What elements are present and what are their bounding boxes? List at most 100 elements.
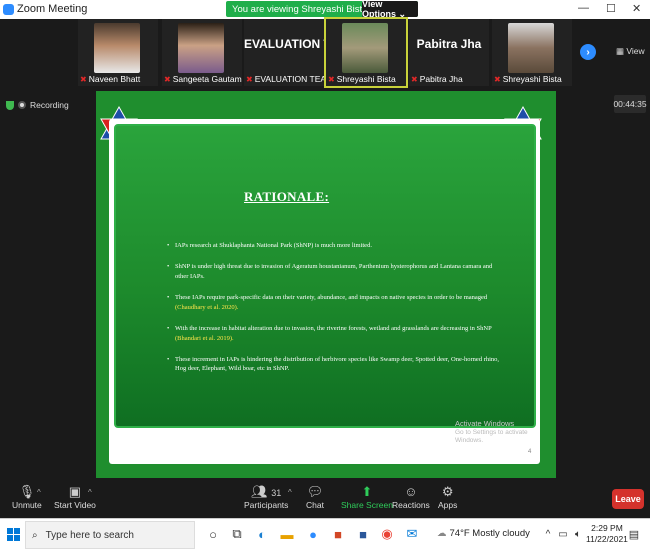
slide-content: RATIONALE: • IAPs research at Shuklaphant… xyxy=(114,124,536,428)
chat-button[interactable]: 💬︎ Chat xyxy=(306,484,324,510)
meeting-controls: 🎙︎ Unmute ^ ▣ Start Video ^ 👥︎ 31 Partic… xyxy=(0,478,650,518)
participant-name: ✖ Shreyashi Bista xyxy=(494,74,562,84)
edge-browser-icon[interactable]: ◐ xyxy=(254,526,270,542)
bullet-list: • IAPs research at Shuklaphanta National … xyxy=(167,241,502,386)
participant-strip: ✖ Naveen Bhatt ✖ Sangeeta Gautam EVALUATIO… xyxy=(0,17,650,89)
participants-count: 31 xyxy=(271,488,282,498)
participants-button[interactable]: 👥︎ 31 Participants xyxy=(244,484,288,510)
bullet-icon: • xyxy=(167,325,170,333)
volume-icon[interactable]: 🔈︎ xyxy=(570,526,586,542)
file-explorer-icon[interactable]: ▬ xyxy=(279,526,295,542)
recording-indicator: Recording xyxy=(6,100,69,110)
mic-off-icon: ✖ xyxy=(328,74,335,84)
participant-name: ✖ Shreyashi Bista xyxy=(328,74,396,84)
bullet-icon: • xyxy=(167,242,170,249)
tray-chevron-icon[interactable]: ^ xyxy=(540,526,556,542)
taskbar-search-input[interactable]: ⌕ Type here to search xyxy=(25,521,195,549)
participant-name-text: Sangeeta Gautam xyxy=(172,74,242,84)
search-icon: ⌕ xyxy=(32,529,38,541)
powerpoint-icon[interactable]: ■ xyxy=(330,526,346,542)
participant-name-text: Shreyashi Bista xyxy=(336,74,396,84)
video-options-caret[interactable]: ^ xyxy=(88,488,92,497)
bullet-item: • These increment in IAPs is hindering th… xyxy=(167,355,502,374)
share-screen-icon: ⬆ xyxy=(361,484,373,499)
windows-start-icon[interactable] xyxy=(7,528,20,541)
bullet-item: • IAPs research at Shuklaphanta National … xyxy=(167,241,502,250)
meeting-timer: 00:44:35 xyxy=(613,95,647,113)
leave-button[interactable]: Leave xyxy=(612,489,644,509)
participant-tile[interactable]: EVALUATION T... ✖ EVALUATION TEAM xyxy=(244,19,340,86)
search-placeholder: Type here to search xyxy=(45,529,134,541)
unmute-label: Unmute xyxy=(12,500,42,510)
bullet-text: With the increase in habitat alteration … xyxy=(175,325,492,333)
bullet-icon: • xyxy=(167,263,170,271)
reactions-label: Reactions xyxy=(392,500,430,510)
reactions-button[interactable]: ☺ Reactions xyxy=(392,484,430,510)
network-icon[interactable]: ▭ xyxy=(555,526,571,542)
view-options-button[interactable]: View Options ⌄ xyxy=(362,0,418,19)
start-video-label: Start Video xyxy=(54,500,96,510)
weather-widget[interactable]: ☁ 74°F Mostly cloudy xyxy=(437,528,530,539)
participant-tile[interactable]: Pabitra Jha ✖ Pabitra Jha xyxy=(409,19,489,86)
slide-title: RATIONALE: xyxy=(244,189,330,204)
notification-icon[interactable]: ▤ xyxy=(626,526,642,542)
next-page-icon[interactable]: › xyxy=(580,44,596,60)
zoom-taskbar-icon[interactable]: ● xyxy=(305,526,321,542)
weather-text: 74°F Mostly cloudy xyxy=(449,528,530,539)
participant-tile[interactable]: ✖ Shreyashi Bista xyxy=(492,19,572,86)
mic-muted-icon: 🎙︎ xyxy=(18,484,36,499)
mail-icon[interactable]: ✉ xyxy=(404,526,420,542)
chat-icon: 💬︎ xyxy=(306,484,324,499)
bullet-icon: • xyxy=(167,355,170,363)
recording-label: Recording xyxy=(30,100,69,110)
word-icon[interactable]: ■ xyxy=(355,526,371,542)
participant-big-name: Pabitra Jha xyxy=(416,37,482,51)
participant-name-text: EVALUATION TEAM xyxy=(254,74,334,84)
shield-icon xyxy=(6,100,14,110)
bullet-text: These IAPs require park-specific data on… xyxy=(175,294,488,302)
share-screen-button[interactable]: ⬆ Share Screen xyxy=(341,484,393,510)
bullet-icon: • xyxy=(167,294,170,302)
participants-icon: 👥︎ 31 xyxy=(251,484,282,499)
task-view-icon[interactable]: ⧉ xyxy=(229,526,245,542)
activate-title: Activate Windows xyxy=(455,419,515,428)
chrome-icon[interactable]: ◉ xyxy=(379,526,395,542)
participants-label: Participants xyxy=(244,500,289,510)
participant-name-text: Pabitra Jha xyxy=(419,74,463,84)
mic-off-icon: ✖ xyxy=(411,74,418,84)
mic-off-icon: ✖ xyxy=(164,74,171,84)
zoom-logo-icon xyxy=(3,3,14,15)
close-button[interactable]: ✕ xyxy=(632,2,641,15)
participant-name-text: Shreyashi Bista xyxy=(502,74,562,84)
mic-off-icon: ✖ xyxy=(80,74,87,84)
participants-options-caret[interactable]: ^ xyxy=(288,488,292,497)
participant-tile-active[interactable]: ✖ Shreyashi Bista xyxy=(324,17,408,88)
clock-date: 11/22/2021 xyxy=(586,534,628,545)
audio-options-caret[interactable]: ^ xyxy=(37,488,41,497)
mic-off-icon: ✖ xyxy=(494,74,501,84)
avatar xyxy=(508,23,554,73)
avatar xyxy=(94,23,140,73)
weather-cloud-icon: ☁ xyxy=(437,528,447,539)
share-screen-label: Share Screen xyxy=(341,500,393,510)
apps-icon: ⚙︎ xyxy=(441,484,454,499)
taskbar-clock[interactable]: 2:29 PM 11/22/2021 xyxy=(586,523,628,545)
video-off-icon: ▣ xyxy=(68,484,82,499)
view-button[interactable]: ▦ View xyxy=(616,46,645,57)
cortana-icon[interactable]: ○ xyxy=(205,526,221,542)
apps-button[interactable]: ⚙︎ Apps xyxy=(438,484,457,510)
participant-tile[interactable]: ✖ Naveen Bhatt xyxy=(78,19,158,86)
screen-share-banner: You are viewing Shreyashi Bista's screen… xyxy=(226,0,418,19)
grid-icon: ▦ xyxy=(616,46,627,56)
record-icon xyxy=(18,101,26,109)
avatar xyxy=(342,23,388,73)
participant-tile[interactable]: ✖ Sangeeta Gautam xyxy=(162,19,242,86)
participant-name: ✖ Pabitra Jha xyxy=(411,74,463,84)
maximize-button[interactable]: ☐ xyxy=(606,2,616,15)
minimize-button[interactable]: — xyxy=(578,2,589,14)
bullet-item: • With the increase in habitat alteration… xyxy=(167,324,502,343)
apps-label: Apps xyxy=(438,500,458,510)
activate-windows-watermark: Activate Windows Go to Settings to activ… xyxy=(455,419,556,446)
bullet-item: • ShNP is under high threat due to invasi… xyxy=(167,262,502,281)
participant-name: ✖ EVALUATION TEAM xyxy=(246,74,333,84)
